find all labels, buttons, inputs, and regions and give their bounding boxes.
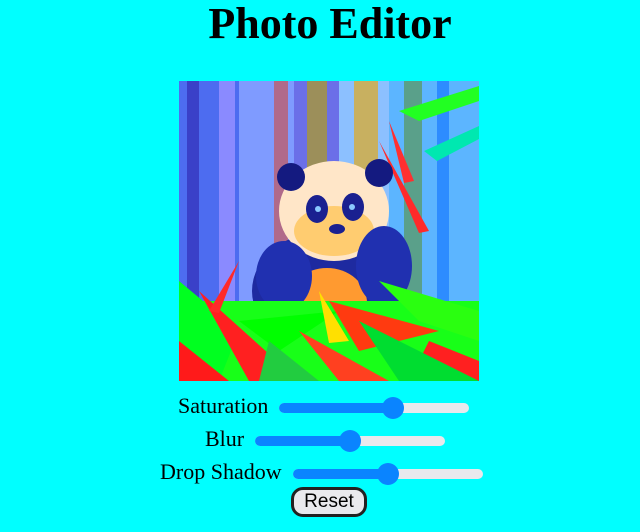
blur-label: Blur bbox=[205, 426, 245, 451]
drop-shadow-slider[interactable] bbox=[292, 462, 483, 485]
drop-shadow-control: Drop Shadow bbox=[160, 458, 483, 486]
blur-thumb[interactable] bbox=[339, 430, 362, 452]
blur-fill bbox=[255, 436, 351, 446]
saturation-label: Saturation bbox=[178, 393, 269, 418]
page-title: Photo Editor bbox=[208, 0, 452, 48]
saturation-control: Saturation bbox=[178, 392, 470, 420]
blur-control: Blur bbox=[205, 425, 446, 453]
saturation-thumb[interactable] bbox=[382, 397, 405, 419]
reset-button[interactable]: Reset bbox=[291, 487, 367, 517]
saturation-slider[interactable] bbox=[279, 396, 470, 419]
drop-shadow-thumb[interactable] bbox=[376, 463, 399, 485]
saturation-fill bbox=[279, 403, 394, 413]
panda-photo bbox=[179, 81, 479, 381]
blur-slider[interactable] bbox=[255, 429, 446, 452]
drop-shadow-label: Drop Shadow bbox=[160, 459, 282, 484]
drop-shadow-fill bbox=[292, 469, 388, 479]
